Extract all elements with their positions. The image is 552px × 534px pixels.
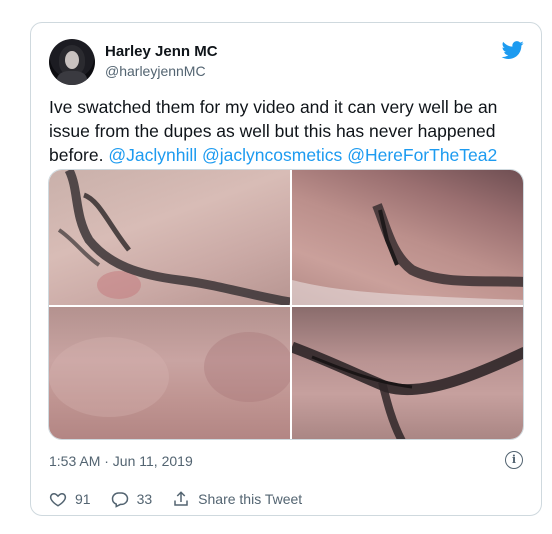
author-handle[interactable]: @harleyjennMC	[105, 63, 206, 79]
share-label: Share this Tweet	[198, 491, 303, 507]
author-name[interactable]: Harley Jenn MC	[105, 43, 218, 60]
tweet-actions: 91 33 Share this Tweet	[49, 489, 322, 509]
media-photo-2[interactable]	[292, 170, 523, 305]
tweet-card[interactable]: Harley Jenn MC @harleyjennMC Ive swatche…	[30, 22, 542, 516]
reply-icon	[111, 492, 128, 508]
avatar[interactable]	[49, 39, 95, 85]
reply-button[interactable]: 33	[111, 490, 153, 508]
mention-herefortthetea2[interactable]: @HereForTheTea2	[347, 145, 497, 165]
share-button[interactable]: Share this Tweet	[172, 490, 302, 508]
tweet-timestamp[interactable]: 1:53 AM · Jun 11, 2019	[49, 453, 193, 469]
twitter-bird-icon[interactable]	[501, 39, 525, 61]
media-photo-4[interactable]	[292, 307, 523, 439]
reply-count: 33	[136, 491, 153, 507]
like-button[interactable]: 91	[49, 490, 91, 508]
media-grid	[48, 169, 524, 440]
info-icon[interactable]: i	[505, 451, 523, 469]
mention-jaclyncosmetics[interactable]: @jaclyncosmetics	[202, 145, 342, 165]
like-count: 91	[75, 491, 91, 507]
media-photo-1[interactable]	[49, 170, 290, 305]
media-photo-3[interactable]	[49, 307, 290, 439]
mention-jaclynhill[interactable]: @Jaclynhill	[108, 145, 197, 165]
tweet-text: Ive swatched them for my video and it ca…	[49, 95, 527, 167]
heart-icon	[49, 492, 67, 507]
share-icon	[174, 491, 188, 506]
